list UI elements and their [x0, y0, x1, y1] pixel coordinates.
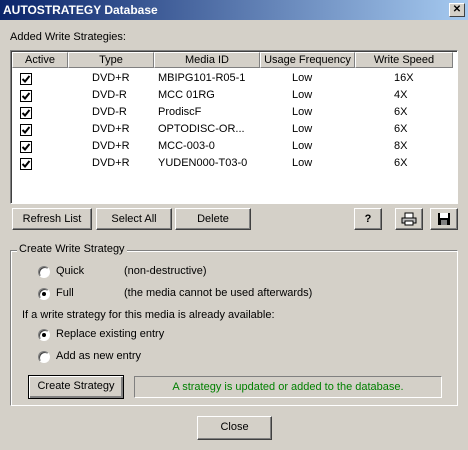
- row-write-speed: 4X: [394, 89, 408, 101]
- active-checkbox[interactable]: [20, 124, 32, 136]
- existing-question: If a write strategy for this media is al…: [22, 309, 275, 321]
- row-write-speed: 6X: [394, 157, 408, 169]
- checkmark-icon: [21, 109, 31, 117]
- row-type: DVD+R: [92, 157, 130, 169]
- window-titlebar: AUTOSTRATEGY Database ✕: [0, 0, 468, 20]
- save-button[interactable]: [430, 208, 458, 230]
- active-checkbox[interactable]: [20, 141, 32, 153]
- checkmark-icon: [21, 160, 31, 168]
- full-radio[interactable]: [38, 288, 50, 300]
- active-checkbox[interactable]: [20, 73, 32, 85]
- row-usage: Low: [292, 123, 313, 135]
- row-usage: Low: [292, 157, 313, 169]
- column-header-usage-frequency[interactable]: Usage Frequency: [260, 52, 355, 68]
- window-close-icon[interactable]: ✕: [449, 3, 465, 17]
- strategy-row[interactable]: DVD+R YUDEN000-T03-0 Low 6X: [12, 155, 458, 172]
- row-type: DVD+R: [92, 140, 130, 152]
- replace-entry-radio-dot: [42, 333, 46, 337]
- strategies-label: Added Write Strategies:: [10, 31, 126, 43]
- row-usage: Low: [292, 140, 313, 152]
- row-type: DVD-R: [92, 89, 127, 101]
- add-entry-radio[interactable]: [38, 351, 50, 363]
- checkmark-icon: [21, 143, 31, 151]
- replace-entry-radio[interactable]: [38, 329, 50, 341]
- active-checkbox[interactable]: [20, 158, 32, 170]
- strategy-row[interactable]: DVD+R MBIPG101-R05-1 Low 16X: [12, 70, 458, 87]
- floppy-disk-icon: [438, 213, 450, 225]
- printer-icon: [401, 212, 417, 226]
- row-write-speed: 8X: [394, 140, 408, 152]
- help-button[interactable]: ?: [354, 208, 382, 230]
- create-strategy-group-title: Create Write Strategy: [17, 243, 127, 255]
- checkmark-icon: [21, 126, 31, 134]
- row-write-speed: 16X: [394, 72, 414, 84]
- create-strategy-button[interactable]: Create Strategy: [28, 375, 124, 399]
- row-usage: Low: [292, 72, 313, 84]
- checkmark-icon: [21, 92, 31, 100]
- row-media-id: MCC-003-0: [158, 140, 215, 152]
- full-label[interactable]: Full: [56, 287, 74, 299]
- replace-entry-label[interactable]: Replace existing entry: [56, 328, 164, 340]
- full-radio-dot: [42, 292, 46, 296]
- quick-label[interactable]: Quick: [56, 265, 84, 277]
- row-type: DVD+R: [92, 123, 130, 135]
- column-header-media-id[interactable]: Media ID: [154, 52, 260, 68]
- column-header-write-speed[interactable]: Write Speed: [355, 52, 453, 68]
- row-media-id: YUDEN000-T03-0: [158, 157, 248, 169]
- add-entry-label[interactable]: Add as new entry: [56, 350, 141, 362]
- row-media-id: OPTODISC-OR...: [158, 123, 245, 135]
- status-message: A strategy is updated or added to the da…: [134, 376, 442, 398]
- row-usage: Low: [292, 106, 313, 118]
- strategy-row[interactable]: DVD+R OPTODISC-OR... Low 6X: [12, 121, 458, 138]
- row-write-speed: 6X: [394, 123, 408, 135]
- row-media-id: MBIPG101-R05-1: [158, 72, 246, 84]
- row-media-id: ProdiscF: [158, 106, 202, 118]
- column-header-type[interactable]: Type: [68, 52, 154, 68]
- strategy-row[interactable]: DVD+R MCC-003-0 Low 8X: [12, 138, 458, 155]
- column-header-active[interactable]: Active: [12, 52, 68, 68]
- strategy-row[interactable]: DVD-R MCC 01RG Low 4X: [12, 87, 458, 104]
- full-description: (the media cannot be used afterwards): [124, 287, 313, 299]
- row-media-id: MCC 01RG: [158, 89, 215, 101]
- strategies-list[interactable]: Active Type Media ID Usage Frequency Wri…: [10, 50, 458, 204]
- row-write-speed: 6X: [394, 106, 408, 118]
- quick-description: (non-destructive): [124, 265, 207, 277]
- window-title: AUTOSTRATEGY Database: [3, 3, 158, 17]
- print-button[interactable]: [395, 208, 423, 230]
- strategy-row[interactable]: DVD-R ProdiscF Low 6X: [12, 104, 458, 121]
- quick-radio[interactable]: [38, 266, 50, 278]
- row-type: DVD-R: [92, 106, 127, 118]
- active-checkbox[interactable]: [20, 107, 32, 119]
- delete-button[interactable]: Delete: [175, 208, 251, 230]
- row-usage: Low: [292, 89, 313, 101]
- row-type: DVD+R: [92, 72, 130, 84]
- checkmark-icon: [21, 75, 31, 83]
- active-checkbox[interactable]: [20, 90, 32, 102]
- close-button[interactable]: Close: [197, 416, 272, 440]
- select-all-button[interactable]: Select All: [96, 208, 172, 230]
- refresh-list-button[interactable]: Refresh List: [12, 208, 92, 230]
